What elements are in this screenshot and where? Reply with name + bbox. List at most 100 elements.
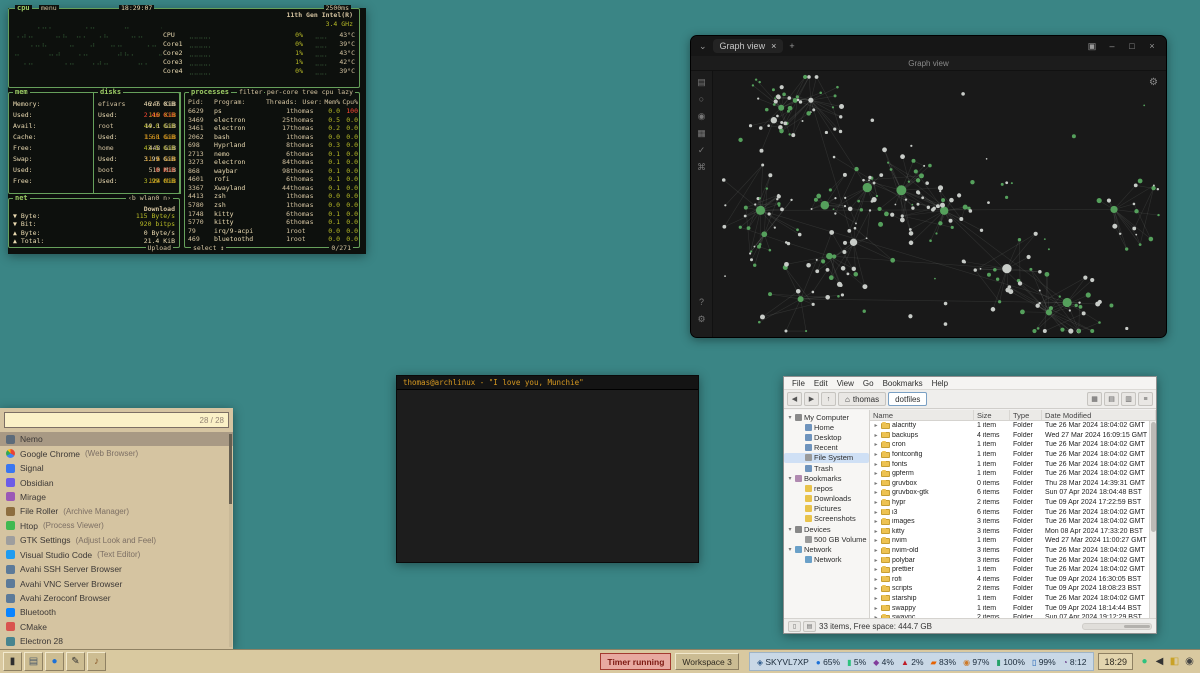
table-row[interactable]: ▸swappy1 itemFolderTue 09 Apr 2024 18:14… — [870, 603, 1149, 613]
table-row[interactable]: ▸hypr2 itemsFolderTue 09 Apr 2024 17:22:… — [870, 498, 1149, 508]
graph-node[interactable] — [1112, 224, 1117, 229]
launcher-scrollbar[interactable] — [229, 434, 232, 647]
graph-node[interactable] — [908, 314, 912, 318]
tray-module[interactable]: ◔ 8:12 — [1063, 657, 1087, 667]
graph-node[interactable] — [839, 104, 844, 109]
graph-node[interactable] — [784, 330, 787, 333]
process-row[interactable]: 698 Hyprland8 thomas0.30.0 — [188, 141, 356, 150]
graph-node[interactable] — [909, 231, 914, 236]
graph-node[interactable] — [841, 293, 844, 296]
graph-node[interactable] — [825, 131, 828, 134]
graph-node[interactable] — [987, 273, 991, 277]
graph-node[interactable] — [1059, 295, 1061, 297]
graph-node[interactable] — [863, 183, 872, 192]
graph-node[interactable] — [843, 241, 847, 245]
graph-node[interactable] — [931, 208, 935, 212]
menu-edit[interactable]: Edit — [810, 379, 832, 388]
sidebar-item-network[interactable]: ▾Network — [784, 544, 869, 554]
graph-node[interactable] — [749, 252, 751, 254]
graph-node[interactable] — [769, 249, 772, 252]
graph-node[interactable] — [806, 111, 811, 116]
close-button[interactable]: × — [1146, 41, 1158, 52]
table-row[interactable]: ▸nvim1 itemFolderWed 27 Mar 2024 11:00:2… — [870, 536, 1149, 546]
graph-node[interactable] — [938, 185, 943, 190]
graph-node[interactable] — [722, 178, 726, 182]
graph-node[interactable] — [1133, 203, 1136, 206]
graph-node[interactable] — [909, 241, 914, 246]
graph-node[interactable] — [791, 133, 795, 137]
graph-node[interactable] — [790, 199, 792, 201]
terminal-launcher[interactable]: ▮ — [3, 652, 22, 671]
graph-node[interactable] — [854, 227, 857, 230]
graph-node[interactable] — [778, 105, 784, 111]
graph-node[interactable] — [747, 226, 751, 230]
graph-node[interactable] — [916, 190, 920, 194]
graph-node[interactable] — [882, 147, 887, 152]
launcher-item[interactable]: Avahi VNC Server Browser — [0, 576, 233, 590]
graph-node[interactable] — [773, 103, 776, 106]
sidebar-item-repos[interactable]: repos — [784, 483, 869, 493]
table-row[interactable]: ▸polybar3 itemsFolderTue 26 Mar 2024 18:… — [870, 555, 1149, 565]
graph-node[interactable] — [1068, 328, 1073, 333]
graph-node[interactable] — [739, 226, 742, 229]
graph-node[interactable] — [767, 124, 770, 127]
process-options[interactable]: per-core tree cpu lazy — [265, 89, 355, 96]
graph-node[interactable] — [785, 241, 788, 244]
launcher-item[interactable]: Google Chrome(Web Browser) — [0, 446, 233, 460]
graph-node[interactable] — [980, 268, 982, 270]
graph-node[interactable] — [940, 203, 945, 208]
graph-node[interactable] — [757, 98, 759, 100]
process-row[interactable]: 5780 zsh1 thomas0.00.0 — [188, 201, 356, 210]
graph-node[interactable] — [749, 124, 752, 127]
graph-node[interactable] — [974, 268, 977, 271]
process-row[interactable]: 3469 electron25 thomas0.50.0 — [188, 116, 356, 125]
graph-node[interactable] — [754, 246, 756, 248]
launcher-item[interactable]: Electron 28 — [0, 634, 233, 648]
graph-node[interactable] — [970, 180, 974, 184]
table-row[interactable]: ▸fonts1 itemFolderTue 26 Mar 2024 18:04:… — [870, 459, 1149, 469]
table-row[interactable]: ▸rofi4 itemsFolderTue 09 Apr 2024 16:30:… — [870, 575, 1149, 585]
graph-node[interactable] — [901, 214, 904, 217]
tray-module[interactable]: ▰ 83% — [931, 657, 957, 667]
graph-node[interactable] — [936, 204, 940, 208]
show-side-pane-button[interactable]: ▯ — [788, 621, 801, 632]
sidebar-item-my-computer[interactable]: ▾My Computer — [784, 412, 869, 422]
graph-node[interactable] — [834, 197, 836, 199]
process-row[interactable]: 2062 bash1 thomas0.00.0 — [188, 133, 356, 142]
graph-node[interactable] — [757, 245, 761, 249]
graph-node[interactable] — [779, 129, 784, 134]
graph-node[interactable] — [944, 302, 948, 306]
graph-node[interactable] — [878, 222, 883, 227]
graph-node[interactable] — [873, 182, 876, 185]
graph-node[interactable] — [1125, 247, 1128, 250]
graph-node[interactable] — [916, 178, 920, 182]
launcher-item[interactable]: File Roller(Archive Manager) — [0, 504, 233, 518]
show-dir-tree-button[interactable]: ▤ — [803, 621, 816, 632]
table-row[interactable]: ▸cron1 itemFolderTue 26 Mar 2024 18:04:0… — [870, 440, 1149, 450]
graph-node[interactable] — [911, 204, 913, 206]
graph-node[interactable] — [1086, 292, 1091, 297]
table-row[interactable]: ▸i36 itemsFolderTue 26 Mar 2024 18:04:02… — [870, 507, 1149, 517]
net-interface-widget[interactable]: ‹b wlan0 n› — [126, 195, 173, 202]
sidebar-item-devices[interactable]: ▾Devices — [784, 524, 869, 534]
launcher-item[interactable]: GTK Settings(Adjust Look and Feel) — [0, 533, 233, 547]
graph-node[interactable] — [998, 300, 1001, 303]
graph-node[interactable] — [815, 269, 819, 273]
graph-node[interactable] — [862, 179, 865, 182]
table-row[interactable]: ▸gruvbox-gtk6 itemsFolderSun 07 Apr 2024… — [870, 488, 1149, 498]
graph-node[interactable] — [750, 258, 753, 261]
graph-node[interactable] — [780, 207, 784, 211]
graph-node[interactable] — [814, 198, 818, 202]
sidebar-item-desktop[interactable]: Desktop — [784, 432, 869, 442]
graph-node[interactable] — [808, 98, 813, 103]
graph-node[interactable] — [857, 200, 860, 203]
sidebar-item-screenshots[interactable]: Screenshots — [784, 514, 869, 524]
color-picker-icon[interactable]: ◧ — [1167, 656, 1182, 667]
graph-node[interactable] — [761, 164, 764, 167]
graph-node[interactable] — [812, 108, 815, 111]
table-row[interactable]: ▸gpferm1 itemFolderTue 26 Mar 2024 18:04… — [870, 469, 1149, 479]
notifications-icon[interactable]: ◉ — [1182, 656, 1197, 667]
process-footer-hint[interactable]: select ↕ — [191, 245, 226, 252]
process-row[interactable]: 868 waybar98 thomas0.10.0 — [188, 167, 356, 176]
graph-node[interactable] — [1018, 281, 1022, 285]
